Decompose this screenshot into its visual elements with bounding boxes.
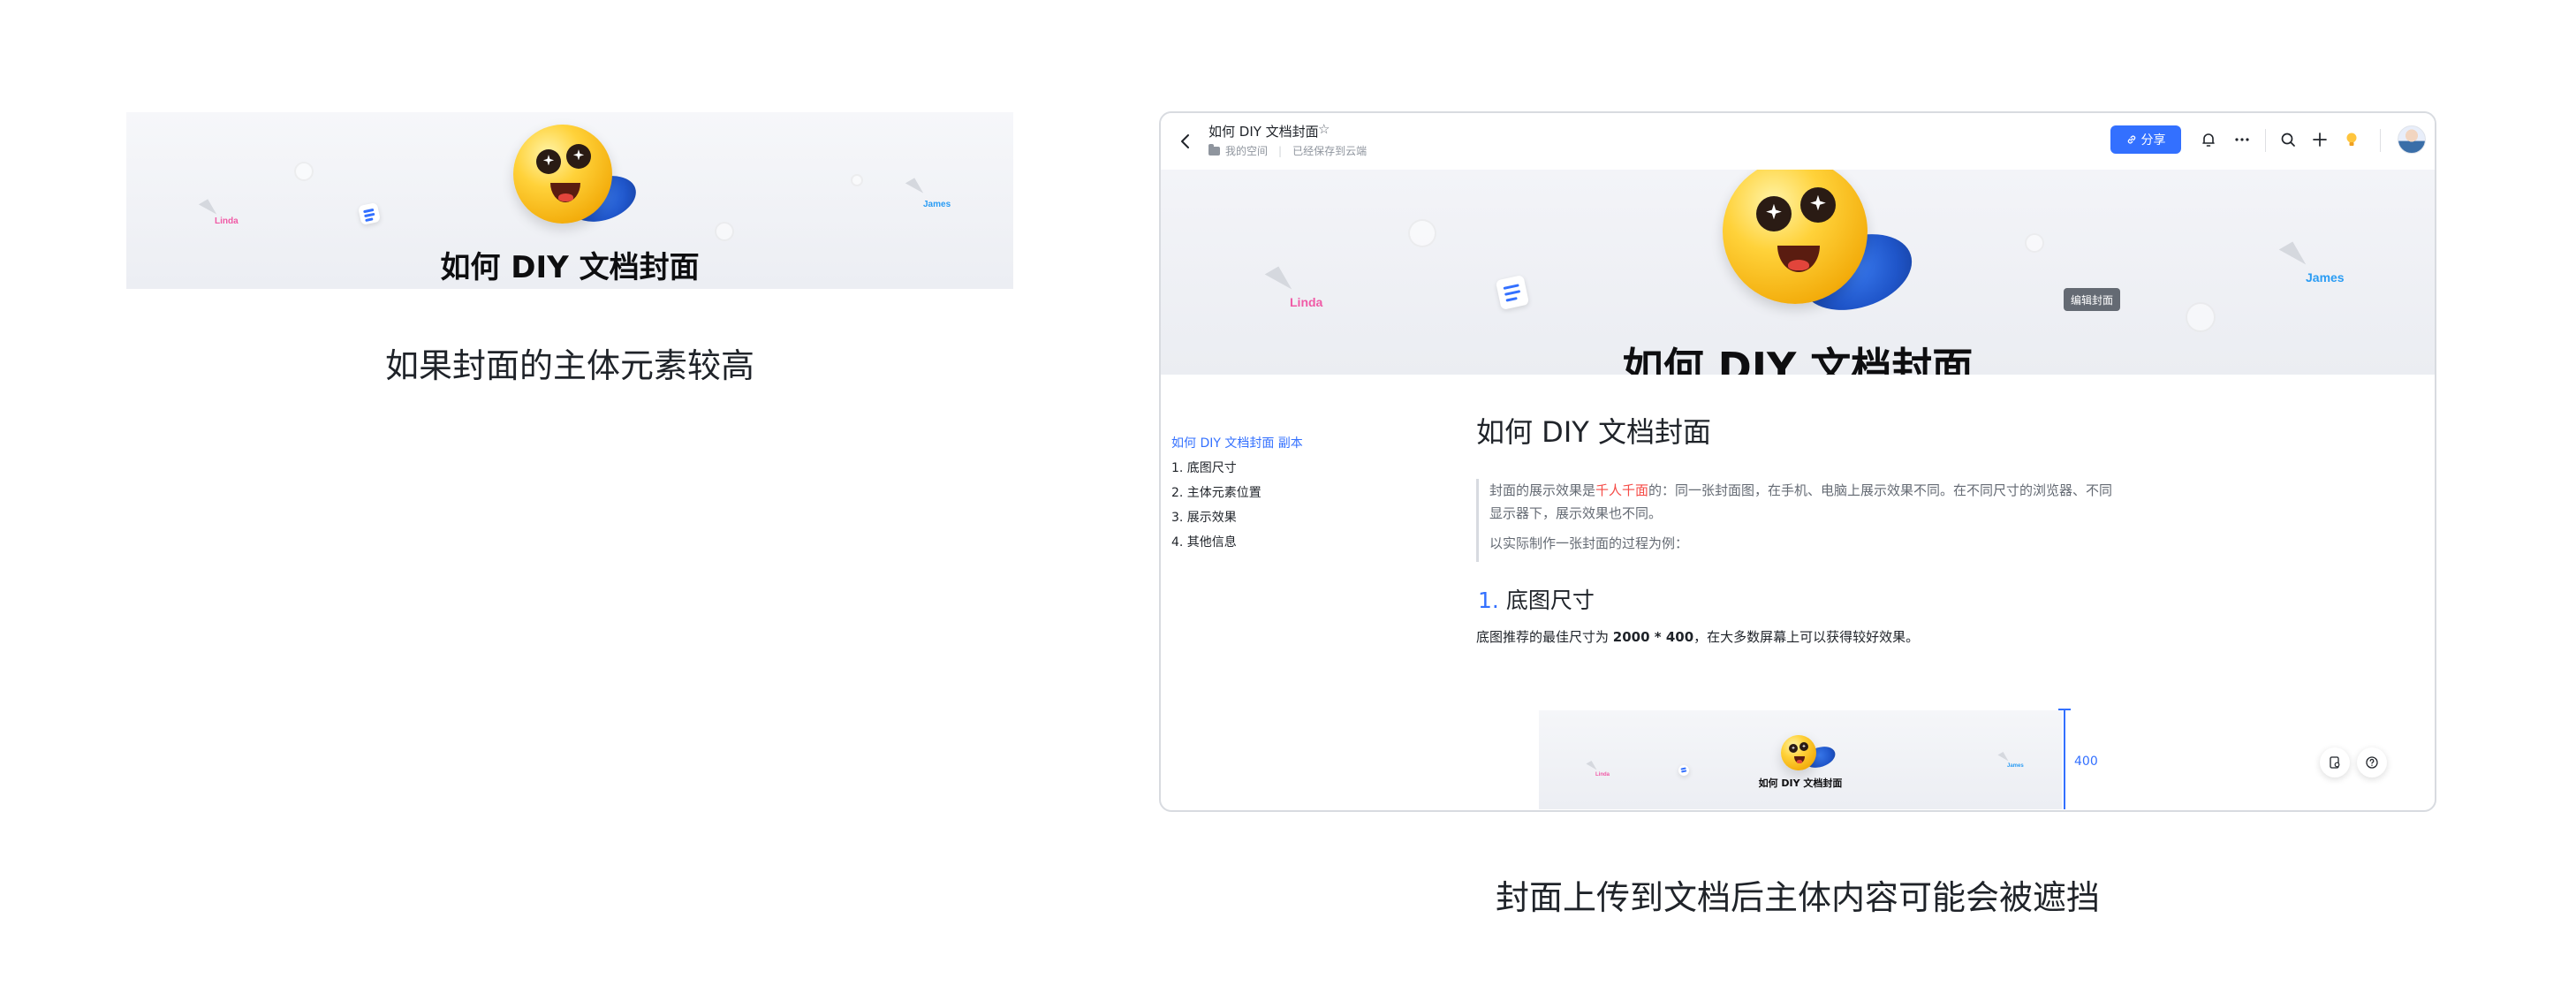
- cursor-james-icon: [905, 178, 924, 199]
- paragraph-text: ，在大多数屏幕上可以获得较好效果。: [1693, 629, 1920, 645]
- bubble-decoration: [2186, 302, 2216, 332]
- cursor-james-label: James: [923, 200, 951, 209]
- doc-title[interactable]: 如何 DIY 文档封面: [1208, 122, 1319, 140]
- quote-text: 封面的展示效果是: [1489, 482, 1596, 498]
- quote-block[interactable]: 封面的展示效果是千人千面的：同一张封面图，在手机、电脑上展示效果不同。在不同尺寸…: [1476, 479, 2121, 562]
- toolbar-divider: [2380, 129, 2381, 152]
- share-label: 分享: [2140, 133, 2166, 148]
- cover-title: 如何 DIY 文档封面: [1622, 344, 1974, 375]
- star-icon[interactable]: ☆: [1318, 121, 1330, 137]
- cursor-james-icon: [2278, 241, 2307, 273]
- bubble-decoration: [294, 162, 314, 181]
- height-measure-line: [2058, 709, 2071, 809]
- height-measure-label: 400: [2074, 755, 2098, 769]
- paragraph-text: 底图推荐的最佳尺寸为: [1476, 629, 1613, 645]
- breadcrumb-divider: |: [1278, 144, 1283, 157]
- bell-icon[interactable]: [2198, 129, 2219, 150]
- lightbulb-icon[interactable]: [2341, 129, 2362, 150]
- table-of-contents: 如何 DIY 文档封面 副本 1. 底图尺寸 2. 主体元素位置 3. 展示效果…: [1171, 431, 1303, 555]
- quote-line-2: 以实际制作一张封面的过程为例：: [1489, 535, 1689, 551]
- section-heading[interactable]: 1. 底图尺寸: [1478, 583, 1595, 615]
- search-icon[interactable]: [2277, 129, 2299, 150]
- section-number: 1.: [1478, 588, 1499, 613]
- toc-item-title[interactable]: 如何 DIY 文档封面 副本: [1171, 431, 1303, 456]
- top-toolbar: 如何 DIY 文档封面 ☆ 我的空间 | 已经保存到云端 分享: [1161, 113, 2435, 170]
- cursor-james-label: James: [2007, 763, 2024, 769]
- link-icon: [2127, 135, 2135, 144]
- cursor-james-icon: [1997, 752, 2009, 764]
- avatar[interactable]: [2398, 125, 2426, 154]
- star-eyes-emoji-icon: [1781, 735, 1816, 770]
- doc-tile-icon: [1677, 763, 1691, 777]
- cursor-james-label: James: [2306, 270, 2345, 284]
- bubble-decoration: [2025, 233, 2044, 253]
- bubble-decoration: [715, 222, 734, 241]
- cursor-linda-label: Linda: [215, 216, 239, 226]
- paragraph[interactable]: 底图推荐的最佳尺寸为 2000 * 400，在大多数屏幕上可以获得较好效果。: [1476, 627, 1919, 646]
- doc-tile-icon: [357, 201, 382, 226]
- cursor-linda-label: Linda: [1290, 295, 1323, 309]
- toc-item-other-info[interactable]: 4. 其他信息: [1171, 530, 1303, 555]
- plus-icon[interactable]: [2309, 129, 2330, 150]
- help-icon[interactable]: [2357, 747, 2387, 777]
- toc-item-base-size[interactable]: 1. 底图尺寸: [1171, 456, 1303, 481]
- paragraph-bold: 2000 * 400: [1612, 629, 1694, 645]
- banner-title: 如何 DIY 文档封面: [440, 250, 700, 285]
- doc-info-icon[interactable]: [2320, 747, 2350, 777]
- toc-item-element-position[interactable]: 2. 主体元素位置: [1171, 481, 1303, 505]
- quote-highlight: 千人千面: [1595, 482, 1649, 498]
- left-caption: 如果封面的主体元素较高: [384, 346, 754, 385]
- breadcrumb-space[interactable]: 我的空间: [1225, 143, 1268, 158]
- share-button[interactable]: 分享: [2110, 125, 2181, 154]
- star-eyes-emoji-icon: [513, 125, 612, 224]
- doc-tile-icon: [1495, 275, 1530, 310]
- page-title[interactable]: 如何 DIY 文档封面: [1476, 410, 1711, 451]
- bubble-decoration: [1408, 219, 1436, 247]
- embedded-cover-image[interactable]: Linda James 如何 DIY 文档封面: [1539, 710, 2062, 809]
- cursor-linda-icon: [1264, 266, 1292, 298]
- back-icon[interactable]: [1177, 131, 1194, 152]
- save-status: 已经保存到云端: [1292, 145, 1368, 157]
- left-cover-banner: Linda James 如何 DIY 文档封面: [126, 112, 1013, 289]
- folder-icon: [1208, 143, 1220, 155]
- section-heading-text: 底图尺寸: [1505, 588, 1595, 613]
- breadcrumb: 我的空间 | 已经保存到云端: [1208, 143, 1367, 158]
- doc-cover: Linda James 如何 DIY 文档封面: [1161, 170, 2435, 375]
- embedded-cover-title: 如何 DIY 文档封面: [1758, 777, 1843, 789]
- toc-item-display-effect[interactable]: 3. 展示效果: [1171, 505, 1303, 530]
- more-icon[interactable]: [2231, 129, 2253, 150]
- toolbar-divider: [2265, 129, 2266, 152]
- right-caption: 封面上传到文档后主体内容可能会被遮挡: [1495, 878, 2100, 917]
- cursor-linda-icon: [1586, 761, 1597, 773]
- bubble-decoration: [851, 174, 863, 186]
- document-window: 如何 DIY 文档封面 ☆ 我的空间 | 已经保存到云端 分享 Linda Ja…: [1159, 111, 2436, 812]
- edit-cover-button[interactable]: 编辑封面: [2064, 288, 2120, 311]
